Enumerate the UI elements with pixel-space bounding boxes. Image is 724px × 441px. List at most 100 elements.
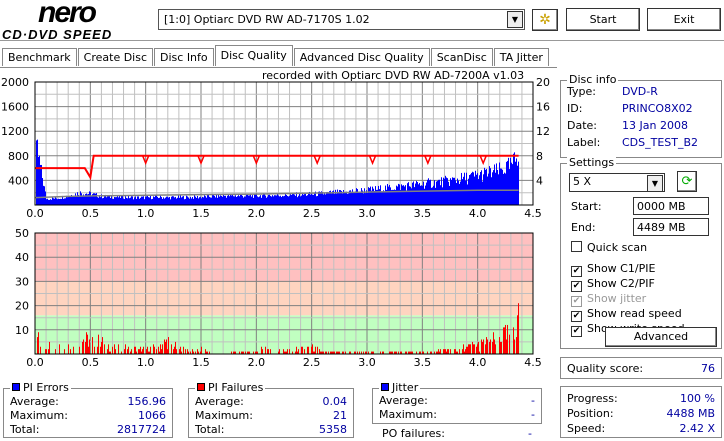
pie-bar [165,197,166,205]
checkbox-icon[interactable]: ✔ [571,311,582,322]
pie-bar [162,198,163,205]
pie-bar [193,198,194,205]
pie-bar [55,197,56,205]
pie-bar [450,178,451,205]
pie-bar [100,197,101,205]
checkbox-show-read-speed[interactable]: ✔ Show read speed [571,307,682,322]
chevron-down-icon[interactable]: ▼ [507,11,523,28]
pie-bar [313,194,314,205]
pie-bar [212,195,213,205]
pie-bar [387,183,388,205]
pie-bar [306,195,307,205]
tab-disc-quality[interactable]: Disc Quality [214,45,293,66]
pie-bar [468,178,469,205]
pie-bar [156,195,157,205]
pie-bar [115,197,116,205]
pie-bar [358,192,359,205]
checkbox-icon[interactable]: ✔ [571,326,582,337]
pie-bar [219,196,220,205]
speed-select-value: 5 X [573,175,592,188]
y2-tick-label: 4 [536,174,543,187]
refresh-speeds-icon[interactable]: ⟳ [677,171,697,192]
pie-bar [277,193,278,205]
pie-bar [491,177,492,205]
pie-bar [182,196,183,205]
pif-bar [265,346,266,354]
jitter-average: - [531,394,535,407]
drive-select[interactable]: [1:0] Optiarc DVD RW AD-7170S 1.02 ▼ [158,9,525,30]
tab-create-disc[interactable]: Create Disc [77,48,154,66]
pie-bar [281,197,282,205]
end-input[interactable]: 4489 MB [633,218,709,236]
tab-disc-info[interactable]: Disc Info [154,48,214,66]
pie-bar [70,195,71,205]
pie-bar [488,173,489,205]
pie-bar [432,187,433,205]
pif-bar [462,349,463,354]
y2-tick-label: 16 [536,101,550,114]
progress-label: Progress: [567,392,618,405]
pie-bar [127,198,128,205]
x-tick-label: 2.0 [248,356,266,369]
checkbox-show-c2-pif[interactable]: ✔ Show C2/PIF [571,277,655,292]
pie-bar [56,198,57,205]
exit-button[interactable]: Exit [647,8,721,31]
pie-bar [230,194,231,205]
pie-bar [178,195,179,205]
pie-bar [453,177,454,205]
pie-bar [160,195,161,205]
advanced-button[interactable]: Advanced [605,327,717,347]
pie-bar [106,197,107,205]
pif-bar [490,339,491,354]
start-button[interactable]: Start [566,8,640,31]
tab-scandisc[interactable]: ScanDisc [430,48,493,66]
pie-bar [389,184,390,205]
pif-bar [114,344,115,354]
pie-bar [51,199,52,205]
pie-bar [60,198,61,205]
checkbox-icon[interactable]: ✔ [571,296,582,307]
pie-bar [253,197,254,205]
checkbox-label: Show read speed [587,307,682,320]
tab-benchmark[interactable]: Benchmark [2,48,77,66]
pie-maximum-label: Maximum: [10,409,68,422]
checkbox-icon[interactable] [571,241,582,252]
pie-bar [436,181,437,205]
pif-bar [317,346,318,354]
pie-bar [159,197,160,205]
checkbox-quick-scan[interactable]: Quick scan [571,241,647,254]
x-tick-label: 0.0 [26,207,44,220]
speed-select[interactable]: 5 X ▼ [569,173,665,192]
checkbox-icon[interactable]: ✔ [571,266,582,277]
pif-bar [183,346,184,354]
pif-bar [279,349,280,354]
start-input[interactable]: 0000 MB [633,197,709,215]
checkbox-icon[interactable]: ✔ [571,281,582,292]
pie-bar [233,196,234,205]
pif-bar [40,346,41,354]
pie-bar [439,179,440,205]
pi-failures-title: PI Failures [208,381,264,394]
pie-bar [258,197,259,205]
pif-bar [506,339,507,354]
pie-bar [68,196,69,205]
tab-advanced-disc-quality[interactable]: Advanced Disc Quality [293,48,430,66]
pie-bar [420,185,421,205]
pie-bar [467,184,468,205]
checkbox-show-c1-pie[interactable]: ✔ Show C1/PIE [571,262,655,277]
pie-bar [90,192,91,205]
pie-bar [185,198,186,205]
pie-bar [496,163,497,205]
pie-bar [278,195,279,205]
x-tick-label: 3.0 [358,207,376,220]
x-tick-label: 2.5 [303,207,321,220]
pie-bar [334,193,335,205]
pif-bar [478,341,479,354]
pie-bar [397,186,398,205]
pi-failures-color-icon [197,383,205,391]
disc-type: DVD-R [622,85,658,98]
chevron-down-icon[interactable]: ▼ [647,175,663,192]
pif-bar [311,346,312,354]
tab-ta-jitter[interactable]: TA Jitter [493,48,549,66]
refresh-drives-icon[interactable]: ✲ [532,9,558,31]
